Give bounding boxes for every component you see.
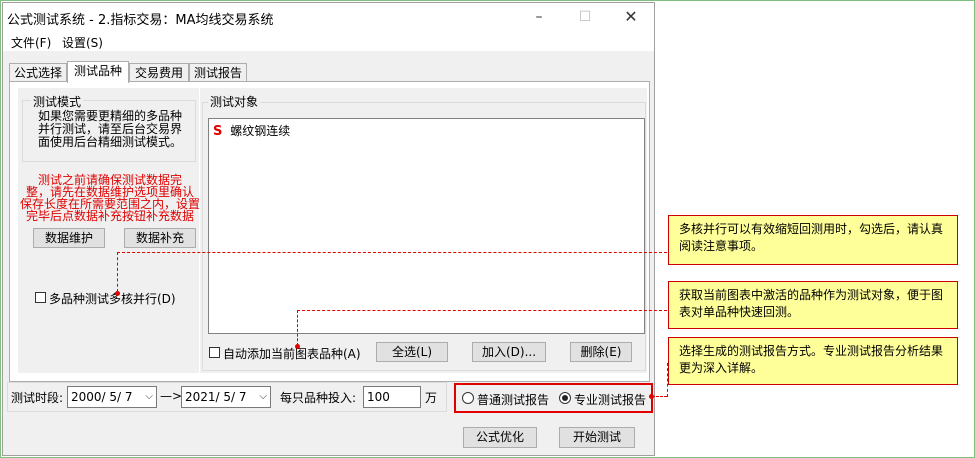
connector-line [297, 310, 298, 346]
callout-auto-add: 获取当前图表中激活的品种作为测试对象，便于图表对单品种快速回测。 [668, 281, 958, 329]
connector-dot [295, 344, 300, 349]
select-all-button[interactable]: 全选(L) [376, 342, 448, 362]
list-item[interactable]: S 螺纹钢连续 [213, 122, 290, 139]
start-date-picker[interactable]: 2000/ 5/ 7 ⌵ [67, 386, 157, 408]
tab-test-report[interactable]: 测试报告 [189, 63, 247, 81]
minimize-button[interactable]: – [516, 3, 562, 31]
menu-bar: 文件(F) 设置(S) [3, 31, 654, 51]
close-button[interactable]: ✕ [608, 3, 654, 31]
start-test-button[interactable]: 开始测试 [559, 427, 635, 448]
description-line: 面使用后台精细测试模式。 [38, 135, 183, 149]
invest-input[interactable]: 100 [363, 386, 421, 408]
data-supplement-button[interactable]: 数据补充 [124, 228, 196, 248]
chevron-down-icon: ⌵ [259, 391, 267, 402]
end-date-picker[interactable]: 2021/ 5/ 7 ⌵ [181, 386, 271, 408]
callout-report-type: 选择生成的测试报告方式。专业测试报告分析结果更为深入详解。 [668, 337, 958, 385]
app-window: 公式测试系统 - 2.指标交易：MA均线交易系统 – ☐ ✕ 文件(F) 设置(… [2, 2, 655, 456]
pro-report-label: 专业测试报告 [574, 393, 647, 407]
connector-line [117, 252, 667, 253]
connector-line [297, 310, 667, 311]
optimize-button[interactable]: 公式优化 [463, 427, 537, 448]
test-mode-title: 测试模式 [31, 93, 84, 110]
auto-add-label: 自动添加当前图表品种(A) [223, 347, 361, 361]
tab-test-symbols[interactable]: 测试品种 [67, 61, 129, 83]
normal-report-label: 普通测试报告 [477, 393, 550, 407]
start-date-value: 2000/ 5/ 7 [71, 390, 133, 404]
end-date-value: 2021/ 5/ 7 [185, 390, 247, 404]
chevron-down-icon: ⌵ [145, 391, 153, 402]
multicore-label: 多品种测试多核并行(D) [49, 292, 176, 306]
connector-dot [649, 394, 654, 399]
window-title: 公式测试系统 - 2.指标交易：MA均线交易系统 [7, 13, 274, 28]
maximize-button[interactable]: ☐ [562, 3, 608, 31]
add-button[interactable]: 加入(D)... [472, 342, 546, 362]
connector-line [117, 252, 118, 292]
right-pane: 测试对象 S 螺纹钢连续 自动添加当前图表品种(A) 全选(L) 加入(D)..… [200, 88, 647, 373]
tab-trade-fees[interactable]: 交易费用 [129, 63, 189, 81]
data-warning: 测试之前请确保测试数据完 整，请先在数据维护选项里确认 保存长度在所需要范围之内… [20, 174, 200, 222]
stock-type-icon: S [213, 124, 223, 139]
connector-dot [115, 291, 120, 296]
auto-add-checkbox[interactable] [209, 347, 220, 358]
menu-file[interactable]: 文件(F) [8, 33, 54, 52]
pro-report-radio[interactable] [559, 392, 571, 404]
multicore-checkbox[interactable] [35, 292, 46, 303]
connector-line [652, 396, 667, 397]
objects-list[interactable]: S 螺纹钢连续 [208, 118, 645, 334]
data-maintain-button[interactable]: 数据维护 [33, 228, 105, 248]
list-item-name: 螺纹钢连续 [230, 124, 291, 138]
invest-label: 每只品种投入: [280, 391, 357, 405]
title-bar: 公式测试系统 - 2.指标交易：MA均线交易系统 – ☐ ✕ [3, 3, 654, 31]
objects-title: 测试对象 [208, 93, 261, 110]
delete-button[interactable]: 删除(E) [570, 342, 632, 362]
menu-settings[interactable]: 设置(S) [59, 33, 106, 52]
warning-line: 完毕后点数据补充按钮补充数据 [25, 209, 194, 223]
period-label: 测试时段: [11, 391, 64, 405]
normal-report-radio[interactable] [462, 392, 474, 404]
test-mode-description: 如果您需要更精细的多品种 并行测试，请至后台交易界 面使用后台精细测试模式。 [38, 110, 182, 149]
left-pane: 测试模式 如果您需要更精细的多品种 并行测试，请至后台交易界 面使用后台精细测试… [18, 88, 200, 373]
tab-panel: 测试模式 如果您需要更精细的多品种 并行测试，请至后台交易界 面使用后台精细测试… [9, 81, 650, 382]
callout-multicore: 多核并行可以有效缩短回测用时，勾选后，请认真阅读注意事项。 [668, 215, 958, 265]
tab-formula-select[interactable]: 公式选择 [9, 63, 67, 81]
period-arrow: —> [160, 389, 183, 403]
invest-unit: 万 [425, 391, 438, 405]
